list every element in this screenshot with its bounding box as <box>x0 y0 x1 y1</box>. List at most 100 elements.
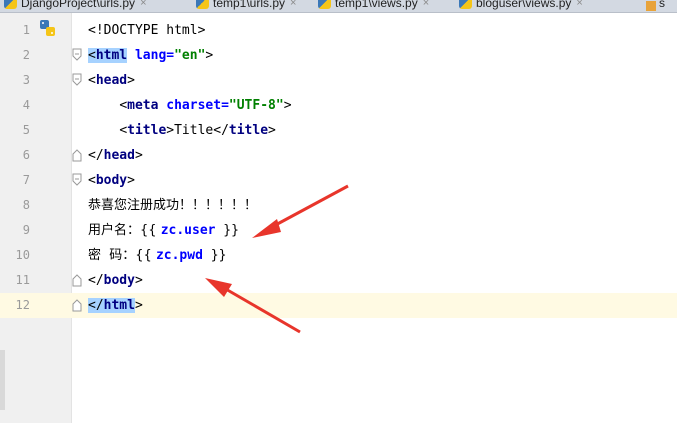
bracket: > <box>134 148 143 163</box>
fold-close-icon[interactable] <box>72 148 82 162</box>
python-file-icon <box>459 0 472 9</box>
python-file-icon <box>318 0 331 9</box>
fold-close-icon[interactable] <box>72 273 82 287</box>
code-line[interactable]: 9 用户名：{{ zc.user }} <box>0 218 677 243</box>
fold-open-icon[interactable] <box>72 73 82 87</box>
code-line[interactable]: 3 <head> <box>0 68 677 93</box>
bracket: < <box>88 173 96 188</box>
code-line[interactable]: 5 <title>Title</title> <box>0 118 677 143</box>
python-file-icon <box>196 0 209 9</box>
fold-close-icon[interactable] <box>72 298 82 312</box>
code-line[interactable]: 8 恭喜您注册成功！！！！！！ <box>0 193 677 218</box>
bracket: < <box>88 73 96 88</box>
line-number: 12 <box>15 298 30 312</box>
bracket: > <box>268 123 276 138</box>
line-number: 4 <box>22 98 30 112</box>
bracket: > <box>134 273 143 288</box>
editor-tab-bar: DjangoProject\urls.py × temp1\urls.py × … <box>0 0 677 13</box>
close-icon[interactable]: × <box>576 0 582 9</box>
close-icon[interactable]: × <box>423 0 429 9</box>
tag-name: title <box>228 123 269 138</box>
password-label-text: 密 码：{{ <box>88 248 156 263</box>
fold-open-icon[interactable] <box>72 48 82 62</box>
tab-temp1-urls[interactable]: temp1\urls.py × <box>196 0 296 12</box>
tag-name: html <box>103 298 135 313</box>
code-line[interactable]: 2 <html lang="en"> <box>0 43 677 68</box>
line-number: 7 <box>22 173 30 187</box>
tag-name: meta <box>127 98 159 113</box>
code-line[interactable]: 7 <body> <box>0 168 677 193</box>
line-number: 1 <box>22 23 30 37</box>
code-line[interactable]: 6 </head> <box>0 143 677 168</box>
bracket: > <box>134 298 143 313</box>
tab-html-file[interactable]: s <box>646 0 665 12</box>
tab-label: bloguser\views.py <box>476 0 572 10</box>
line-number: 10 <box>15 248 30 262</box>
template-brace: }} <box>202 248 227 263</box>
line-number: 9 <box>22 223 30 237</box>
bracket: </ <box>213 123 229 138</box>
bracket: < <box>88 48 96 63</box>
tab-django-urls[interactable]: DjangoProject\urls.py × <box>4 0 147 12</box>
code-text[interactable]: 用户名：{{ zc.user }} <box>88 218 239 243</box>
attribute-name: lang= <box>127 48 175 63</box>
side-tool-strip <box>0 350 5 410</box>
template-variable: zc.pwd <box>155 248 203 263</box>
line-number: 2 <box>22 48 30 62</box>
tag-name: body <box>103 273 135 288</box>
code-text[interactable]: </html> <box>88 293 143 318</box>
code-text[interactable]: 恭喜您注册成功！！！！！！ <box>88 193 257 218</box>
template-brace: }} <box>215 223 239 238</box>
code-text[interactable]: <meta charset="UTF-8"> <box>88 93 292 118</box>
attribute-name: charset= <box>158 98 229 113</box>
bracket: > <box>283 98 292 113</box>
line-number: 5 <box>22 123 30 137</box>
code-text[interactable]: <!DOCTYPE html> <box>88 18 205 43</box>
line-number: 6 <box>22 148 30 162</box>
tag-name: title <box>127 123 167 138</box>
fold-open-icon[interactable] <box>72 173 82 187</box>
close-icon[interactable]: × <box>140 0 146 9</box>
line-number: 11 <box>15 273 30 287</box>
bracket: > <box>127 173 135 188</box>
tag-name: html <box>95 48 128 63</box>
code-line[interactable]: 1 <!DOCTYPE html> <box>0 18 677 43</box>
tab-label: temp1\views.py <box>335 0 418 10</box>
attribute-value: "UTF-8" <box>228 98 284 113</box>
code-line-current[interactable]: 12 </html> <box>0 293 677 318</box>
bracket: > <box>127 73 135 88</box>
code-text[interactable]: <body> <box>88 168 135 193</box>
username-label-text: 用户名：{{ <box>88 223 161 238</box>
close-icon[interactable]: × <box>290 0 296 9</box>
bracket: < <box>119 98 128 113</box>
attribute-value: "en" <box>174 48 206 63</box>
code-line[interactable]: 11 </body> <box>0 268 677 293</box>
line-number: 8 <box>22 198 30 212</box>
bracket: > <box>166 123 175 138</box>
code-text[interactable]: </head> <box>88 143 143 168</box>
code-text[interactable]: </body> <box>88 268 143 293</box>
code-text[interactable]: <html lang="en"> <box>88 43 213 68</box>
doctype-text: <!DOCTYPE html> <box>88 23 206 38</box>
tag-name: head <box>103 148 135 163</box>
code-text[interactable]: <head> <box>88 68 135 93</box>
code-line[interactable]: 10 密 码：{{ zc.pwd }} <box>0 243 677 268</box>
line-number: 3 <box>22 73 30 87</box>
tab-temp1-views[interactable]: temp1\views.py × <box>318 0 429 12</box>
code-text[interactable]: 密 码：{{ zc.pwd }} <box>88 243 226 268</box>
success-message-text: 恭喜您注册成功！！！！！！ <box>88 198 258 213</box>
tag-name: head <box>95 73 128 88</box>
bracket: > <box>205 48 214 63</box>
code-text[interactable]: <title>Title</title> <box>88 118 276 143</box>
template-variable: zc.user <box>160 223 216 238</box>
bracket: </ <box>88 298 104 313</box>
bracket: </ <box>88 273 104 288</box>
tab-label: s <box>659 0 665 10</box>
bracket: </ <box>88 148 104 163</box>
tab-bloguser-views[interactable]: bloguser\views.py × <box>459 0 583 12</box>
code-line[interactable]: 4 <meta charset="UTF-8"> <box>0 93 677 118</box>
title-text: Title <box>174 123 214 138</box>
tag-name: body <box>95 173 128 188</box>
